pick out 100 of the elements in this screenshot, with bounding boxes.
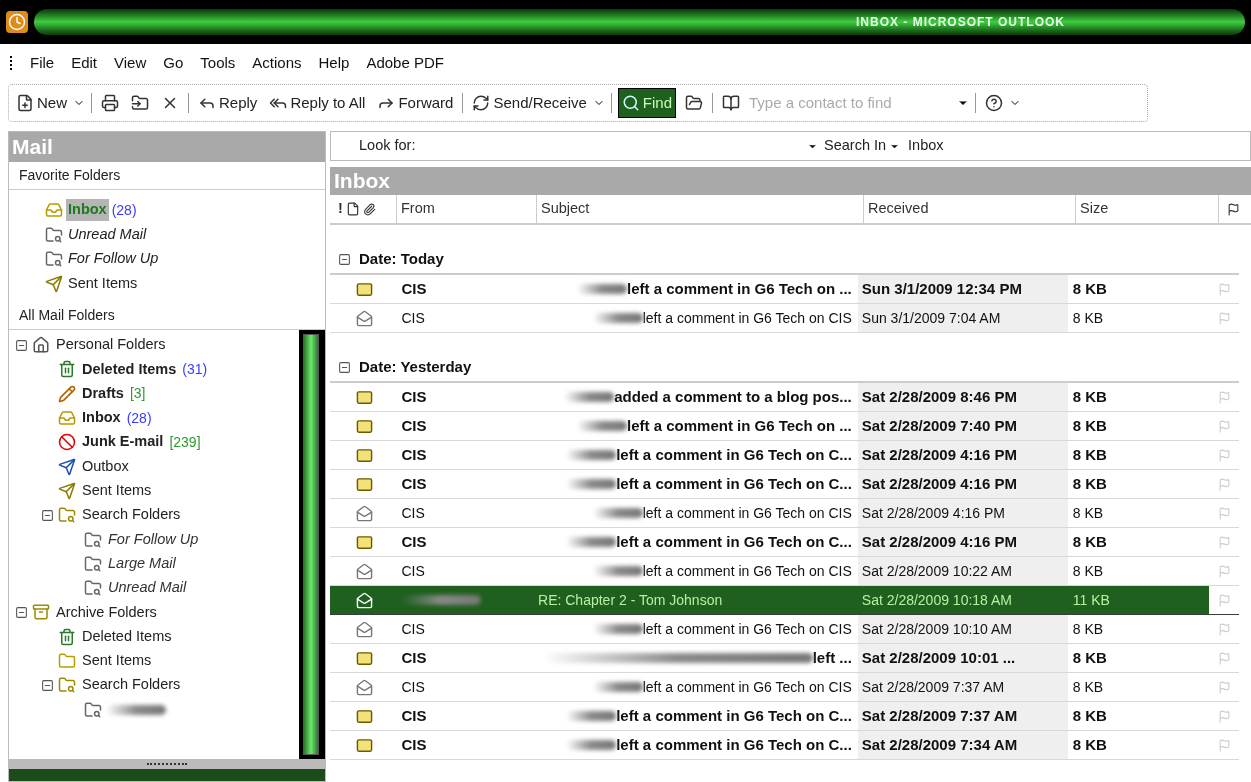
folder-item[interactable]: Junk E-mail <box>80 431 166 454</box>
pencil-icon <box>58 384 76 403</box>
received-date: Sat 2/28/2009 4:16 PM <box>861 444 1017 465</box>
menu-item[interactable]: Go <box>163 51 184 75</box>
unread-count: (28) <box>111 200 137 220</box>
message-row[interactable]: CIS left a comment in G6 Tech on CIS Sat 2/28/2009 10:22 AM 8 KB <box>330 557 1239 586</box>
toolbar-button[interactable]: Reply <box>195 88 261 118</box>
document-icon[interactable] <box>345 202 360 216</box>
folder-item[interactable]: Search Folders <box>80 504 183 527</box>
collapse-icon[interactable] <box>41 508 54 522</box>
folder-item[interactable]: Unread Mail <box>106 577 189 599</box>
column-header[interactable]: From <box>396 195 536 223</box>
received-date: Sat 2/28/2009 7:37 AM <box>861 705 1018 726</box>
message-row[interactable]: CIS left a comment in G6 Tech on ... Sat 2/28/2009 7:40 PM 8 KB <box>330 412 1239 441</box>
message-row[interactable]: CIS added a comment to a blog pos... Sat 2/28/2009 8:46 PM 8 KB <box>330 383 1239 412</box>
subject: left ... <box>812 647 852 668</box>
message-row[interactable]: CIS left a comment in G6 Tech on C... Sat 2/28/2009 4:16 PM 8 KB <box>330 441 1239 470</box>
folder-item[interactable]: Search Folders <box>80 674 183 697</box>
collapse-icon[interactable] <box>41 678 54 692</box>
message-row[interactable]: CIS left a comment in G6 Tech on C... Sat 2/28/2009 7:37 AM 8 KB <box>330 702 1239 731</box>
sender: CIS <box>401 473 427 494</box>
sender: CIS <box>401 705 427 726</box>
column-header[interactable]: Received <box>863 195 1075 223</box>
received-date: Sat 2/28/2009 10:18 AM <box>861 590 1013 610</box>
received-date: Sat 2/28/2009 7:37 AM <box>861 677 1005 697</box>
favorite-folder[interactable]: Sent Items <box>66 272 140 295</box>
subject: left a comment in G6 Tech on C... <box>616 705 852 726</box>
subject: left a comment in G6 Tech on CIS <box>642 561 852 581</box>
message-row[interactable]: CIS left a comment in G6 Tech on CIS Sat 2/28/2009 10:10 AM 8 KB <box>330 615 1239 644</box>
toolbar-button[interactable]: Reply to All <box>266 88 369 118</box>
menu-item[interactable]: Edit <box>71 51 98 75</box>
menu-item[interactable]: Adobe PDF <box>366 51 444 75</box>
collapse-icon[interactable] <box>338 252 351 266</box>
flag-icon[interactable] <box>1227 202 1240 216</box>
contact-field[interactable]: Type a contact to find <box>749 91 970 115</box>
received-date: Sat 2/28/2009 10:10 AM <box>861 619 1013 639</box>
search-folder-icon <box>58 676 76 695</box>
message-row[interactable]: CIS left a comment in G6 Tech on C... Sat 2/28/2009 7:34 AM 8 KB <box>330 731 1239 760</box>
message-size: 8 KB <box>1072 736 1107 753</box>
subject: left a comment in G6 Tech on C... <box>616 444 852 465</box>
received-date: Sat 2/28/2009 4:16 PM <box>861 531 1017 552</box>
menu-item[interactable]: Help <box>318 51 350 75</box>
received-date: Sun 3/1/2009 7:04 AM <box>861 308 1001 328</box>
menu-item[interactable]: File <box>30 51 55 75</box>
folder-item[interactable]: Inbox <box>80 407 123 429</box>
folder-item[interactable]: Drafts <box>80 382 126 405</box>
message-row[interactable]: CIS left a comment in G6 Tech on C... Sat 2/28/2009 4:16 PM 8 KB <box>330 528 1239 557</box>
folder-item[interactable]: Sent Items <box>80 480 154 502</box>
menu-item[interactable]: Tools <box>200 51 236 75</box>
message-row[interactable]: CIS left a comment in G6 Tech on CIS Sat 2/28/2009 7:37 AM 8 KB <box>330 673 1239 702</box>
folder-item[interactable]: Sent Items <box>80 650 154 672</box>
toolbar-button[interactable]: Forward <box>374 88 457 118</box>
toolbar-button[interactable]: Find <box>617 88 677 118</box>
importance-header[interactable]: ! <box>338 198 343 220</box>
collapse-icon[interactable] <box>15 338 28 352</box>
message-size: 8 KB <box>1072 388 1107 405</box>
collapse-icon[interactable] <box>15 605 28 619</box>
message-row[interactable]: CIS left a comment in G6 Tech on CIS Sun 3/1/2009 7:04 AM 8 KB <box>330 304 1239 333</box>
home-icon <box>32 336 50 355</box>
toolbar-button[interactable]: New <box>13 88 70 118</box>
collapse-icon[interactable] <box>338 360 351 374</box>
message-row[interactable]: RE: Chapter 2 - Tom Johnson Sat 2/28/2009 10:18 AM 11 KB <box>330 586 1239 615</box>
search-in-button[interactable]: Search In <box>824 135 901 157</box>
menu-item[interactable]: View <box>114 51 147 75</box>
folder-item[interactable]: Outbox <box>80 455 131 478</box>
archive-icon <box>32 603 50 622</box>
message-row[interactable]: CIS left a comment in G6 Tech on CIS Sat 2/28/2009 4:16 PM 8 KB <box>330 499 1239 528</box>
paperclip-icon[interactable] <box>362 202 376 216</box>
message-size: 8 KB <box>1072 505 1104 521</box>
favorite-folder[interactable]: For Follow Up <box>66 248 161 271</box>
folder-item[interactable]: Archive Folders <box>54 601 159 624</box>
trash-icon <box>58 627 76 646</box>
folder-item[interactable]: Large Mail <box>106 552 178 575</box>
refresh-icon <box>472 94 491 112</box>
column-header[interactable]: Size <box>1075 195 1218 223</box>
folder-item[interactable]: Personal Folders <box>54 334 168 356</box>
scrollbar[interactable] <box>299 330 325 759</box>
favorite-folder[interactable]: Unread Mail <box>66 223 149 246</box>
folder-item[interactable]: Deleted Items <box>80 625 174 648</box>
message-size: 8 KB <box>1072 475 1107 492</box>
folder-item[interactable]: Deleted Items <box>80 358 179 381</box>
subject: left a comment in G6 Tech on C... <box>616 734 852 755</box>
sender: CIS <box>401 647 427 668</box>
group-heading: Date: Yesterday <box>359 356 472 377</box>
message-row[interactable]: CIS left a comment in G6 Tech on C... Sat 2/28/2009 4:16 PM 8 KB <box>330 470 1239 499</box>
menu-item[interactable]: Actions <box>252 51 302 75</box>
message-row[interactable]: CIS left ... Sat 2/28/2009 10:01 ... 8 KB <box>330 644 1239 673</box>
received-date: Sat 2/28/2009 7:40 PM <box>861 415 1017 436</box>
group-heading: Date: Today <box>359 248 444 269</box>
received-date: Sat 2/28/2009 7:34 AM <box>861 734 1018 755</box>
item-count: [239] <box>169 432 201 452</box>
received-date: Sat 2/28/2009 8:46 PM <box>861 386 1017 407</box>
folder-item[interactable]: For Follow Up <box>106 528 201 551</box>
column-header[interactable]: Subject <box>536 195 863 223</box>
sender: CIS <box>401 619 425 639</box>
help-icon <box>985 94 1004 112</box>
unread-count: (28) <box>126 408 152 428</box>
message-row[interactable]: CIS left a comment in G6 Tech on ... Sun 3/1/2009 12:34 PM 8 KB <box>330 275 1239 304</box>
section-heading: All Mail Folders <box>19 306 115 325</box>
toolbar-button[interactable]: Send/Receive <box>469 88 590 118</box>
